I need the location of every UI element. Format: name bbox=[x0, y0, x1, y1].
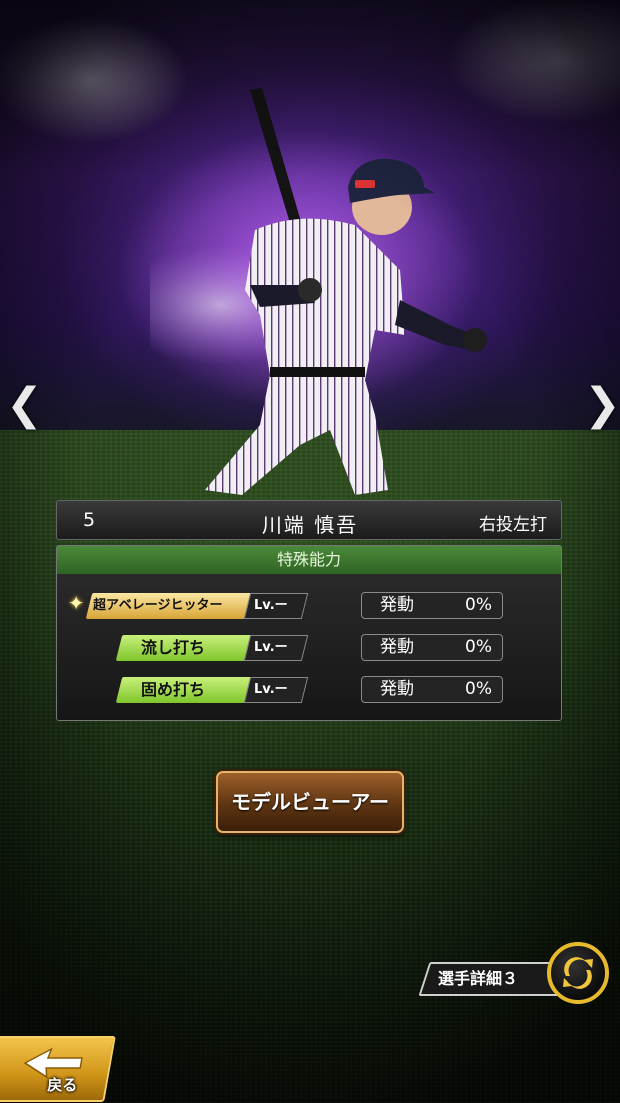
chevron-right-icon[interactable]: ❯ bbox=[584, 380, 620, 430]
swap-arrows-icon[interactable] bbox=[547, 942, 609, 1004]
ability-tag[interactable]: 流し打ち bbox=[115, 635, 257, 661]
model-viewer-button[interactable]: モデルビューアー bbox=[216, 771, 404, 833]
ability-name: 超アベレージヒッター bbox=[93, 598, 223, 613]
ability-activation-status: 発動 0% bbox=[361, 592, 503, 619]
player-image bbox=[150, 88, 487, 495]
sparkle-icon: ✦ bbox=[67, 591, 85, 615]
ability-name: 流し打ち bbox=[141, 638, 206, 657]
back-button[interactable]: 戻る bbox=[0, 1036, 116, 1102]
ability-level: Lv.ー bbox=[243, 593, 309, 619]
back-label: 戻る bbox=[47, 1076, 78, 1094]
player-details-label: 選手詳細３ bbox=[438, 969, 519, 988]
chevron-left-icon[interactable]: ❮ bbox=[6, 380, 43, 430]
ability-tag[interactable]: 固め打ち bbox=[115, 677, 257, 703]
ability-level: Lv.ー bbox=[243, 677, 309, 703]
throw-bat-handedness: 右投左打 bbox=[479, 515, 547, 535]
special-abilities-panel: 特殊能力 ✦ 超アベレージヒッター Lv.ー 発動 0% 流し打ち Lv.ー 発… bbox=[56, 545, 562, 721]
ability-name: 固め打ち bbox=[141, 680, 206, 699]
ability-level: Lv.ー bbox=[243, 635, 309, 661]
player-info-bar: 5 川端 慎吾 右投左打 bbox=[56, 500, 562, 540]
ability-tag[interactable]: ✦ 超アベレージヒッター bbox=[68, 591, 257, 619]
ability-activation-status: 発動 0% bbox=[361, 676, 503, 703]
abilities-title: 特殊能力 bbox=[57, 546, 561, 574]
ability-activation-status: 発動 0% bbox=[361, 634, 503, 661]
